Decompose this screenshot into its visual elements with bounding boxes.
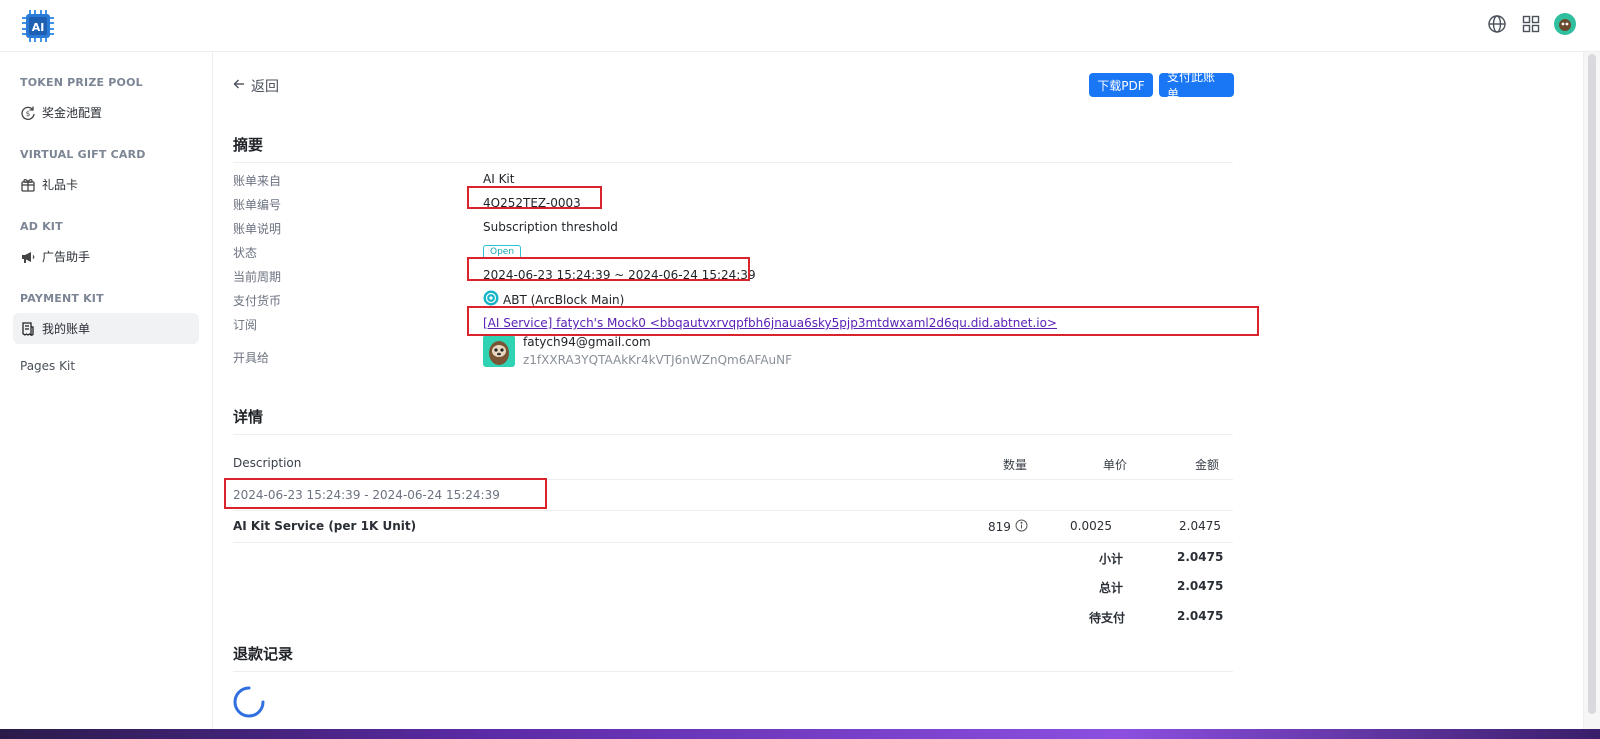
col-description: Description: [233, 456, 302, 470]
gift-card-icon: [20, 177, 36, 193]
bottom-dock-strip: [0, 729, 1600, 739]
period-label: 当前周期: [233, 270, 282, 284]
back-button[interactable]: 返回: [233, 76, 279, 96]
sidebar-item-gift-card[interactable]: 礼品卡: [13, 169, 199, 200]
highlight-invoice-number: [467, 186, 602, 209]
line-item-amount: 2.0475: [1179, 519, 1221, 533]
sidebar-item-my-invoices[interactable]: 我的账单: [13, 313, 199, 344]
sidebar-item-label: 我的账单: [42, 322, 91, 336]
user-avatar[interactable]: [1554, 13, 1576, 35]
from-value: AI Kit: [483, 172, 515, 186]
col-unit-price: 单价: [1103, 458, 1128, 472]
megaphone-icon: [20, 249, 36, 265]
refunds-heading: 退款记录: [233, 645, 294, 663]
divider: [233, 671, 1233, 672]
divider: [233, 162, 1233, 163]
currency-value: ABT (ArcBlock Main): [503, 292, 625, 307]
app-logo[interactable]: AI: [20, 8, 56, 44]
sidebar-section-token-prize-pool: TOKEN PRIZE POOL: [20, 76, 143, 89]
line-item-quantity-cell: 819: [988, 519, 1028, 535]
description-value: Subscription threshold: [483, 220, 618, 234]
logo-text: AI: [32, 21, 45, 34]
customer-did: z1fXXRA3YQTAAkKr4kVTJ6nWZnQm6AFAuNF: [523, 353, 793, 367]
col-quantity: 数量: [1003, 458, 1028, 472]
highlight-subscription: [467, 306, 1259, 336]
globe-icon[interactable]: [1486, 13, 1508, 35]
download-pdf-button[interactable]: 下载PDF: [1089, 73, 1153, 97]
line-item-description: AI Kit Service (per 1K Unit): [233, 519, 417, 533]
sidebar-item-prize-pool[interactable]: $ 奖金池配置: [13, 97, 199, 128]
sidebar-item-label: 奖金池配置: [42, 106, 103, 120]
divider: [233, 542, 1233, 543]
line-item-unit-price: 0.0025: [1070, 519, 1112, 533]
receipt-icon: [20, 321, 36, 337]
top-bar: AI: [0, 0, 1600, 52]
pay-invoice-button[interactable]: 支付此账单: [1159, 70, 1234, 101]
sidebar-section-virtual-gift-card: VIRTUAL GIFT CARD: [20, 148, 146, 161]
sidebar-item-label: 礼品卡: [42, 178, 79, 192]
status-label: 状态: [233, 246, 258, 260]
details-heading: 详情: [233, 408, 264, 426]
scrollbar-thumb[interactable]: [1588, 54, 1596, 714]
info-icon[interactable]: [1015, 519, 1028, 535]
apps-grid-icon[interactable]: [1520, 13, 1542, 35]
highlight-current-period: [467, 257, 750, 281]
subtotal-label: 小计: [1099, 552, 1124, 566]
line-item-quantity: 819: [988, 520, 1011, 534]
sidebar-item-ad-assistant[interactable]: 广告助手: [13, 241, 199, 272]
sidebar-item-pages-kit[interactable]: Pages Kit: [20, 359, 75, 373]
from-label: 账单来自: [233, 174, 282, 188]
description-label: 账单说明: [233, 222, 282, 236]
divider: [233, 434, 1233, 435]
customer-avatar: [483, 335, 515, 367]
total-value: 2.0475: [1177, 579, 1224, 593]
header-actions: [1486, 13, 1576, 35]
amount-due-value: 2.0475: [1177, 609, 1224, 623]
sidebar: TOKEN PRIZE POOL $ 奖金池配置 VIRTUAL GIFT CA…: [0, 52, 213, 739]
customer-email: fatych94@gmail.com: [523, 335, 651, 349]
total-label: 总计: [1099, 581, 1124, 595]
sidebar-section-payment-kit: PAYMENT KIT: [20, 292, 104, 305]
sidebar-item-label: 广告助手: [42, 250, 91, 264]
col-amount: 金额: [1195, 458, 1220, 472]
subscription-label: 订阅: [233, 318, 258, 332]
invoice-number-label: 账单编号: [233, 198, 282, 212]
currency-label: 支付货币: [233, 294, 282, 308]
subtotal-value: 2.0475: [1177, 550, 1224, 564]
issued-to-label: 开具给: [233, 351, 270, 365]
highlight-billing-period: [224, 478, 547, 509]
summary-heading: 摘要: [233, 136, 264, 154]
invoice-detail: 返回 下载PDF 支付此账单 摘要 账单来自 AI Kit 账单编号 4Q252…: [213, 52, 1583, 739]
back-label: 返回: [251, 79, 279, 95]
svg-text:$: $: [26, 110, 30, 118]
amount-due-label: 待支付: [1089, 611, 1126, 625]
sidebar-section-ad-kit: AD KIT: [20, 220, 63, 233]
arrow-left-icon: [233, 78, 245, 94]
loading-spinner: [233, 686, 265, 718]
divider: [233, 510, 1233, 511]
prize-pool-icon: $: [20, 105, 36, 121]
